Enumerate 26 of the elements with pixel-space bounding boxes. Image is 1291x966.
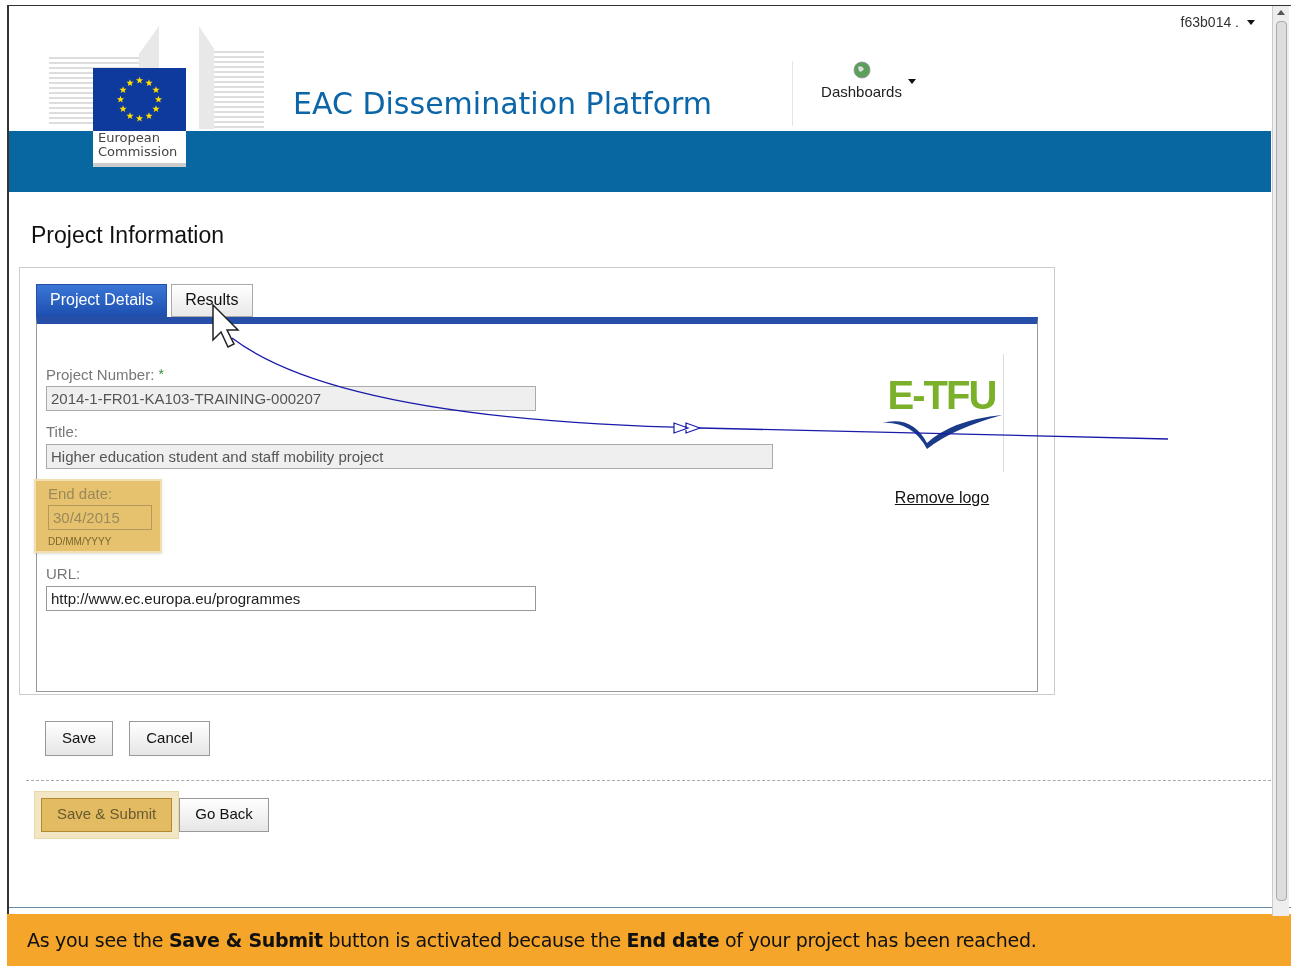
field-label: Project Number:	[46, 364, 155, 385]
caret-icon	[1247, 20, 1255, 25]
date-format-hint: DD/MM/YYYY	[48, 535, 113, 549]
form-button[interactable]: Cancel	[129, 720, 210, 756]
page-heading: Project Information	[31, 221, 226, 250]
remove-logo-link[interactable]: Remove logo	[894, 485, 990, 510]
footer-button[interactable]: Save & Submit	[41, 797, 173, 832]
banner-text: As you see the Save & Submit button is activated because the End date of your project has been reached.	[27, 927, 1037, 953]
field-label: URL:	[46, 564, 81, 584]
tab[interactable]: Project Details	[36, 283, 168, 317]
project-logo: E-TFU	[880, 353, 1004, 472]
caret-icon	[907, 79, 916, 84]
site-title: EAC Dissemination Platform	[293, 86, 713, 123]
required-mark: *	[158, 365, 164, 385]
footer-button[interactable]: Go Back	[179, 797, 269, 832]
user-menu[interactable]: f63b014 .	[1180, 12, 1255, 33]
eu-flag-icon	[93, 68, 186, 131]
mouse-cursor-icon	[212, 303, 240, 348]
field-label: End date:	[48, 483, 113, 504]
input-field[interactable]: http://www.ec.europa.eu/programmes	[46, 585, 536, 611]
dashboards-menu[interactable]: Dashboards	[821, 61, 916, 104]
field-label: Title:	[46, 422, 78, 442]
logo-caption: European Commission	[93, 131, 186, 167]
form-button[interactable]: Save	[45, 720, 114, 756]
globe-icon	[852, 61, 871, 79]
tab[interactable]: Results	[171, 283, 253, 317]
